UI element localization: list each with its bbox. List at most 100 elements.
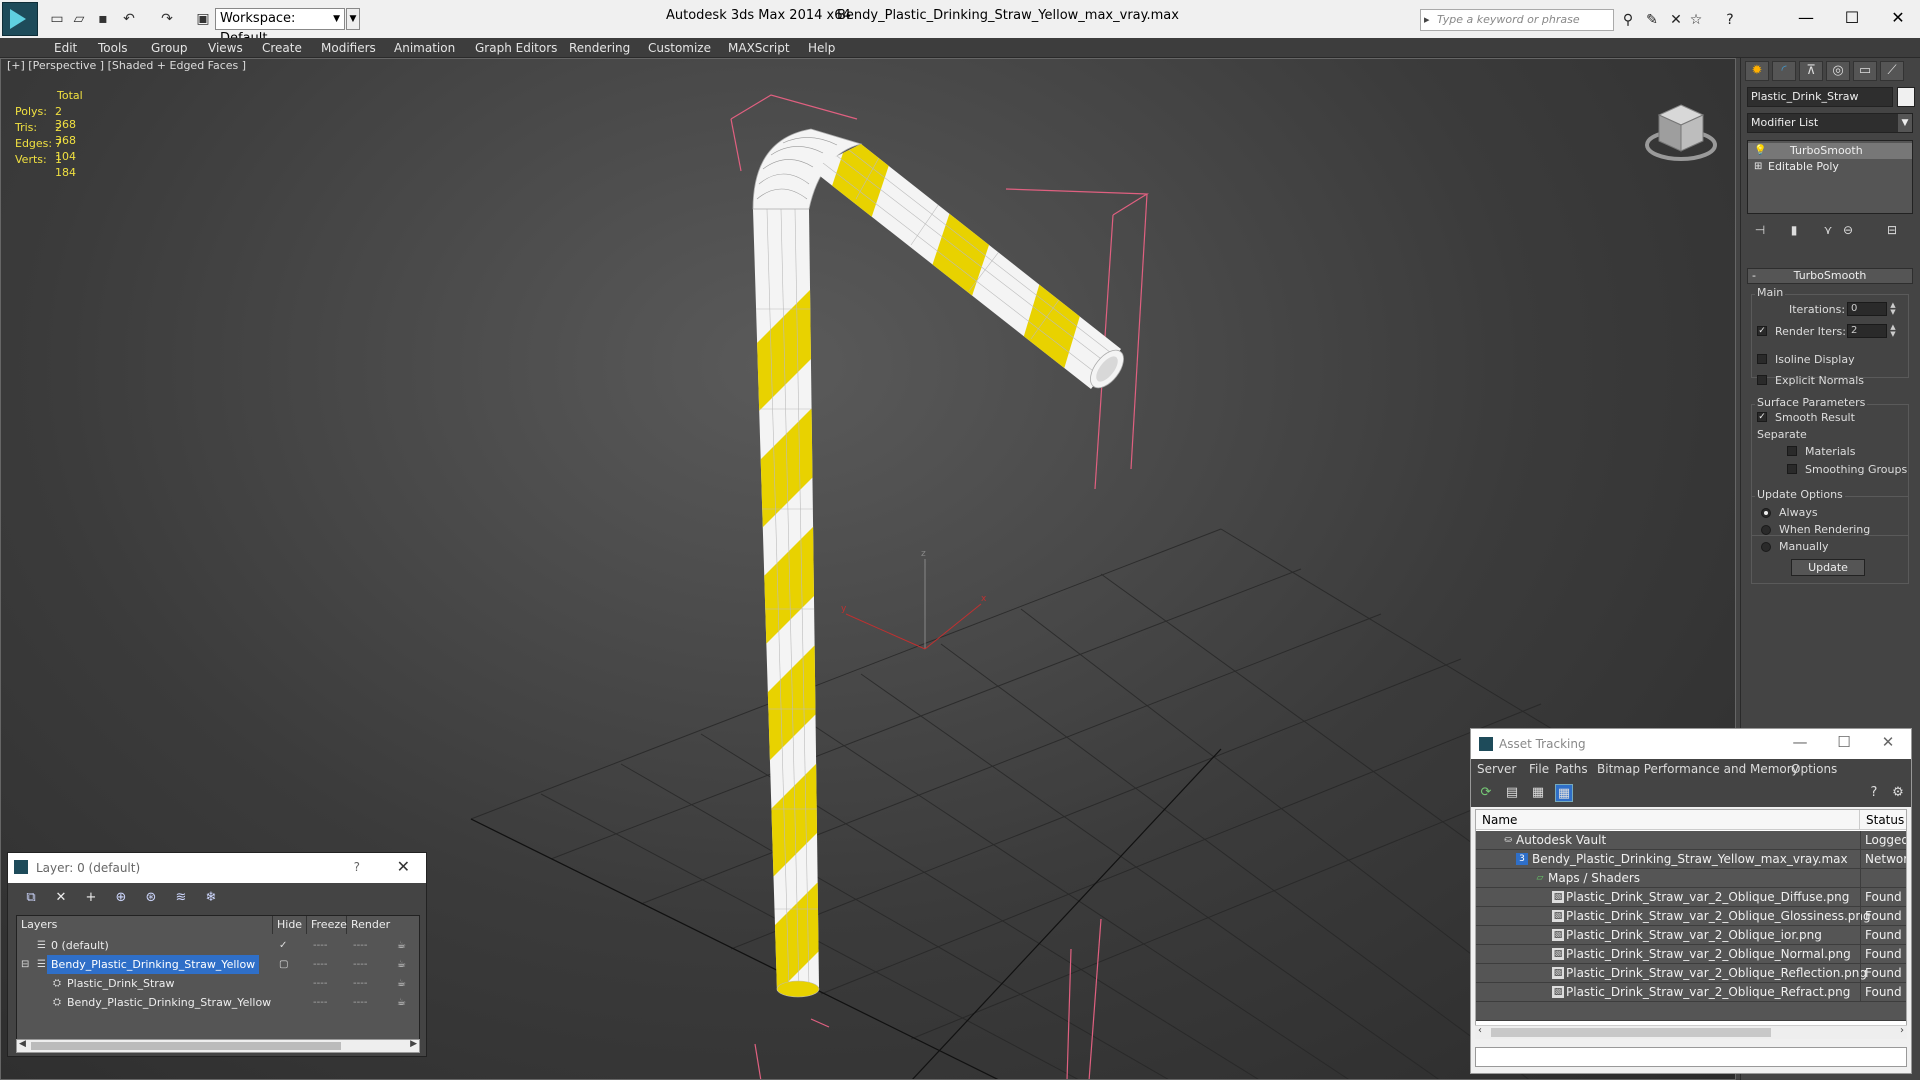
configure-modifier-sets-icon[interactable]: ⊟ [1883, 222, 1901, 238]
render-teapot-icon[interactable]: ☕ [397, 936, 406, 955]
layer-horizontal-scrollbar[interactable]: ◀ ▶ [16, 1039, 420, 1053]
motion-tab-icon[interactable]: ◎ [1826, 61, 1850, 81]
column-header-freeze[interactable]: Freeze [307, 916, 347, 934]
table-row[interactable]: ▧ Plastic_Drink_Straw_var_2_Oblique_Glos… [1476, 907, 1906, 926]
menu-edit[interactable]: Edit [54, 41, 77, 55]
freeze-toggle[interactable]: ---- [353, 993, 367, 1012]
modify-tab-icon[interactable]: ◜ [1772, 61, 1796, 81]
highlight-selected-layer-icon[interactable]: ⊛ [142, 889, 160, 907]
column-header-hide[interactable]: Hide [273, 916, 307, 934]
scroll-left-icon[interactable]: ‹ [1478, 1025, 1482, 1036]
detail-view-icon[interactable]: ▦ [1529, 784, 1547, 802]
menu-server[interactable]: Server [1477, 762, 1516, 776]
object-name[interactable]: Bendy_Plastic_Drinking_Straw_Yellow [67, 993, 271, 1012]
minimize-icon[interactable]: — [1783, 733, 1817, 751]
project-folder-icon[interactable]: ▣ [194, 10, 212, 28]
maximize-icon[interactable]: ☐ [1827, 733, 1861, 751]
when-rendering-radio[interactable] [1761, 525, 1771, 535]
freeze-toggle[interactable]: ---- [353, 955, 367, 974]
menu-graph-editors[interactable]: Graph Editors [475, 41, 557, 55]
isoline-display-checkbox[interactable] [1757, 354, 1767, 364]
table-row[interactable]: ▱ Maps / Shaders [1476, 869, 1906, 888]
menu-file[interactable]: File [1529, 762, 1549, 776]
turbosmooth-rollout-header[interactable]: - TurboSmooth [1747, 268, 1913, 284]
layer-dialog-titlebar[interactable]: Layer: 0 (default) ? ✕ [8, 853, 426, 883]
table-row[interactable]: ▧ Plastic_Drink_Straw_var_2_Oblique_ior.… [1476, 926, 1906, 945]
modifier-list-dropdown[interactable]: Modifier List ▼ [1747, 113, 1913, 133]
select-objects-in-layer-icon[interactable]: ⊕ [112, 889, 130, 907]
refresh-icon[interactable]: ⟳ [1477, 784, 1495, 802]
show-end-result-icon[interactable]: ▮ [1785, 222, 1803, 238]
communication-icon[interactable]: ✕ [1666, 10, 1686, 30]
materials-checkbox[interactable] [1787, 446, 1797, 456]
subscription-icon[interactable]: ✎ [1642, 10, 1662, 30]
scrollbar-thumb[interactable] [31, 1042, 341, 1050]
menu-views[interactable]: Views [208, 41, 243, 55]
column-header-layers[interactable]: Layers [17, 916, 273, 934]
pin-stack-icon[interactable]: ⊣ [1751, 222, 1769, 238]
manually-radio[interactable] [1761, 542, 1771, 552]
menu-tools[interactable]: Tools [98, 41, 128, 55]
workspace-menu-button[interactable]: ▼ [346, 8, 360, 30]
add-to-layer-icon[interactable]: + [82, 889, 100, 907]
freeze-toggle[interactable]: ---- [353, 974, 367, 993]
help-icon[interactable]: ? [354, 860, 360, 874]
utilities-tab-icon[interactable]: ⟋ [1880, 61, 1904, 81]
menu-bitmap-performance[interactable]: Bitmap Performance and Memory [1597, 762, 1799, 776]
iterations-spinner[interactable]: 0 [1847, 302, 1887, 316]
close-icon[interactable]: ✕ [397, 857, 410, 876]
hide-toggle[interactable]: ---- [313, 974, 327, 993]
update-button[interactable]: Update [1791, 559, 1865, 576]
menu-modifiers[interactable]: Modifiers [321, 41, 376, 55]
open-file-icon[interactable]: ▱ [70, 10, 88, 28]
hide-all-layers-icon[interactable]: ≋ [172, 889, 190, 907]
hide-toggle[interactable]: ---- [313, 993, 327, 1012]
smooth-result-checkbox[interactable]: ✓ [1757, 412, 1767, 422]
table-view-icon[interactable]: ▦ [1555, 784, 1573, 802]
spinner-arrows-icon[interactable]: ▲ ▼ [1889, 302, 1897, 316]
search-input[interactable]: Type a keyword or phrase [1420, 9, 1614, 31]
object-name[interactable]: Plastic_Drink_Straw [67, 974, 175, 993]
minimize-icon[interactable]: — [1786, 4, 1826, 32]
explicit-normals-checkbox[interactable] [1757, 375, 1767, 385]
asset-tracking-titlebar[interactable]: Asset Tracking — ☐ ✕ [1471, 729, 1911, 759]
close-icon[interactable]: ✕ [1871, 733, 1905, 751]
menu-customize[interactable]: Customize [648, 41, 711, 55]
table-row[interactable]: ▧ Plastic_Drink_Straw_var_2_Oblique_Diff… [1476, 888, 1906, 907]
help-icon[interactable]: ? [1865, 784, 1883, 802]
vault-settings-icon[interactable]: ⚙ [1889, 784, 1907, 802]
layer-name[interactable]: Bendy_Plastic_Drinking_Straw_Yellow [47, 955, 260, 974]
object-name-field[interactable]: Plastic_Drink_Straw [1747, 87, 1893, 107]
help-icon[interactable]: ? [1720, 10, 1740, 30]
menu-rendering[interactable]: Rendering [569, 41, 630, 55]
always-radio[interactable] [1761, 508, 1771, 518]
lightbulb-icon[interactable]: 💡 [1754, 143, 1766, 159]
layer-row[interactable]: ⊟ ☰ Bendy_Plastic_Drinking_Straw_Yellow … [17, 955, 419, 974]
scroll-right-icon[interactable]: ▶ [410, 1039, 417, 1049]
stack-item-editable-poly[interactable]: ⊞ Editable Poly [1748, 159, 1912, 175]
table-row[interactable]: ▧ Plastic_Drink_Straw_var_2_Oblique_Norm… [1476, 945, 1906, 964]
hide-toggle[interactable]: ---- [313, 955, 327, 974]
asset-horizontal-scrollbar[interactable]: ‹ › [1475, 1025, 1907, 1039]
redo-icon[interactable]: ↷ [158, 10, 176, 28]
menu-options[interactable]: Options [1791, 762, 1837, 776]
favorites-star-icon[interactable]: ☆ [1686, 10, 1706, 30]
menu-maxscript[interactable]: MAXScript [728, 41, 790, 55]
render-iters-spinner[interactable]: 2 [1847, 324, 1887, 338]
save-icon[interactable]: ▪ [94, 10, 112, 28]
layer-row[interactable]: ⛭ Plastic_Drink_Straw ---- ---- ☕ [17, 974, 419, 993]
freeze-all-layers-icon[interactable]: ❄ [202, 889, 220, 907]
delete-layer-icon[interactable]: ✕ [52, 889, 70, 907]
column-header-status[interactable]: Status [1860, 810, 1906, 830]
column-header-render[interactable]: Render [347, 916, 419, 934]
make-unique-icon[interactable]: ⋎ [1819, 222, 1837, 238]
layer-row[interactable]: ⛭ Bendy_Plastic_Drinking_Straw_Yellow --… [17, 993, 419, 1012]
app-logo-icon[interactable] [2, 2, 38, 36]
column-header-name[interactable]: Name [1476, 810, 1860, 830]
workspace-dropdown[interactable]: Workspace: Default ▼ [215, 8, 345, 46]
render-iters-checkbox[interactable]: ✓ [1757, 326, 1767, 336]
smoothing-groups-checkbox[interactable] [1787, 464, 1797, 474]
set-active-layer-box-icon[interactable]: ▢ [279, 955, 288, 974]
viewcube-icon[interactable] [1641, 89, 1721, 169]
binoculars-icon[interactable]: ⚲ [1618, 10, 1638, 30]
